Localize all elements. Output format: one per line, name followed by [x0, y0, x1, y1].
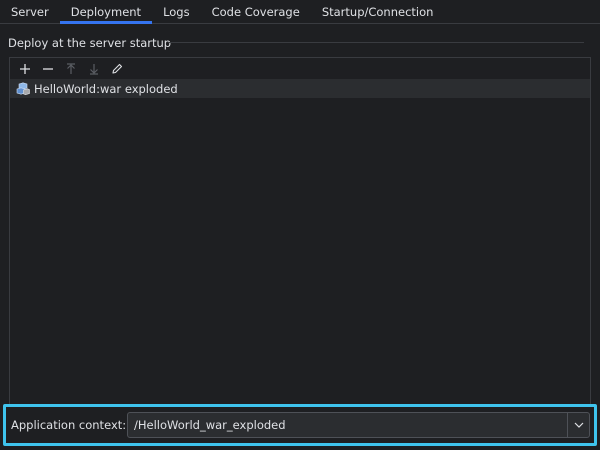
move-up-icon: [66, 62, 75, 74]
deployment-toolbar: [10, 58, 590, 79]
remove-icon: [42, 67, 53, 70]
list-item-label: HelloWorld:war exploded: [34, 81, 178, 96]
chevron-down-icon: [574, 422, 583, 428]
edit-icon: [111, 63, 122, 74]
move-down-icon: [89, 63, 98, 75]
dropdown-button[interactable]: [567, 413, 589, 437]
application-context-label: Application context:: [11, 418, 127, 432]
deployment-list: HelloWorld:war exploded: [10, 79, 590, 406]
application-context-input[interactable]: /HelloWorld_war_exploded: [128, 418, 567, 432]
remove-button[interactable]: [36, 58, 59, 79]
section-divider: [168, 42, 584, 43]
tab-logs[interactable]: Logs: [152, 0, 201, 23]
application-context-row: Application context: /HelloWorld_war_exp…: [3, 404, 597, 446]
move-down-button[interactable]: [82, 58, 105, 79]
tab-code-coverage[interactable]: Code Coverage: [201, 0, 311, 23]
deployment-panel: HelloWorld:war exploded: [9, 57, 591, 405]
tab-deployment[interactable]: Deployment: [59, 0, 153, 24]
section-title: Deploy at the server startup: [8, 36, 172, 50]
list-item[interactable]: HelloWorld:war exploded: [10, 79, 590, 98]
add-button[interactable]: [13, 58, 36, 79]
tab-startup-connection[interactable]: Startup/Connection: [311, 0, 445, 23]
run-configuration-panel: Server Deployment Logs Code Coverage Sta…: [0, 0, 600, 450]
add-icon: [19, 63, 30, 74]
tab-bar: Server Deployment Logs Code Coverage Sta…: [0, 0, 600, 24]
artifact-icon: [16, 81, 30, 96]
application-context-combobox[interactable]: /HelloWorld_war_exploded: [127, 412, 590, 438]
tab-server[interactable]: Server: [0, 0, 60, 23]
move-up-button[interactable]: [59, 58, 82, 79]
edit-button[interactable]: [105, 58, 128, 79]
